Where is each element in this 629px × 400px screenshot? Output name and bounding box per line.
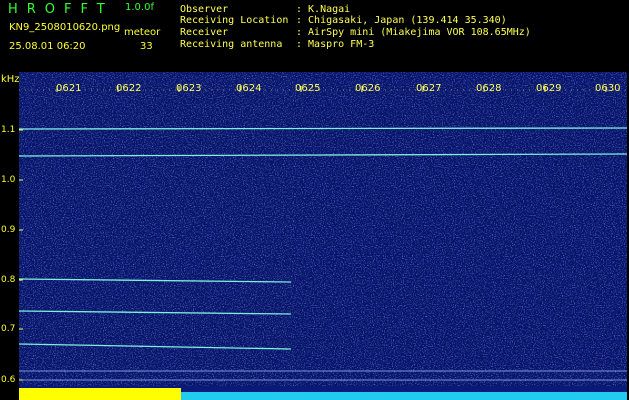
time-tick-label: 0624 — [236, 83, 261, 94]
y-tick-label: 0.6 — [1, 375, 16, 385]
signal-level-strip — [19, 386, 627, 400]
meteor-count: 33 — [140, 41, 153, 52]
level-bar-high — [19, 388, 181, 400]
time-tick-label: 0622 — [116, 83, 141, 94]
time-tick-label: 0628 — [476, 83, 501, 94]
y-tick-label: 0.9 — [1, 225, 16, 235]
frequency-axis: kHz 1.1 1.0 0.9 0.8 0.7 0.6 — [0, 72, 20, 400]
meta-value-location: : Chigasaki, Japan (139.414 35.340) — [296, 15, 507, 26]
time-tick-label: 0623 — [176, 83, 201, 94]
meteor-label: meteor — [124, 27, 161, 38]
meta-value-receiver: : AirSpy mini (Miakejima VOR 108.65MHz) — [296, 27, 531, 38]
file-name: KN9_2508010620.png — [9, 22, 121, 33]
y-tick-label: 1.1 — [1, 125, 16, 135]
meta-key-receiver: Receiver — [180, 27, 229, 38]
level-bar-low — [181, 392, 627, 400]
capture-datetime: 25.08.01 06:20 — [9, 41, 86, 52]
y-tick-label: 1.0 — [1, 175, 16, 185]
meta-key-location: Receiving Location — [180, 15, 289, 26]
time-tick-label: 0629 — [536, 83, 561, 94]
y-tick-label: 0.7 — [1, 324, 16, 334]
time-tick-label: 0630 — [595, 83, 620, 94]
time-tick-label: 0621 — [56, 83, 81, 94]
spectrogram-canvas: 0621 0622 0623 0624 0625 0626 0627 0628 … — [19, 72, 627, 400]
axis-unit: kHz — [1, 74, 20, 85]
app-brand: HROFFT — [8, 2, 114, 17]
meta-value-antenna: : Maspro FM-3 — [296, 39, 375, 50]
y-tick-label: 0.8 — [1, 275, 16, 285]
time-tick-label: 0625 — [295, 83, 320, 94]
meta-key-observer: Observer — [180, 4, 229, 15]
app-version: 1.0.0f — [125, 2, 154, 13]
header-panel: HROFFT 1.0.0f KN9_2508010620.png meteor … — [0, 0, 629, 72]
time-tick-label: 0626 — [355, 83, 380, 94]
meta-value-observer: : K.Nagai — [296, 4, 351, 15]
spectrogram-plot: 0621 0622 0623 0624 0625 0626 0627 0628 … — [19, 72, 627, 400]
noise-highlight-layer — [19, 72, 299, 400]
meta-key-antenna: Receiving antenna — [180, 39, 283, 50]
time-tick-label: 0627 — [416, 83, 441, 94]
